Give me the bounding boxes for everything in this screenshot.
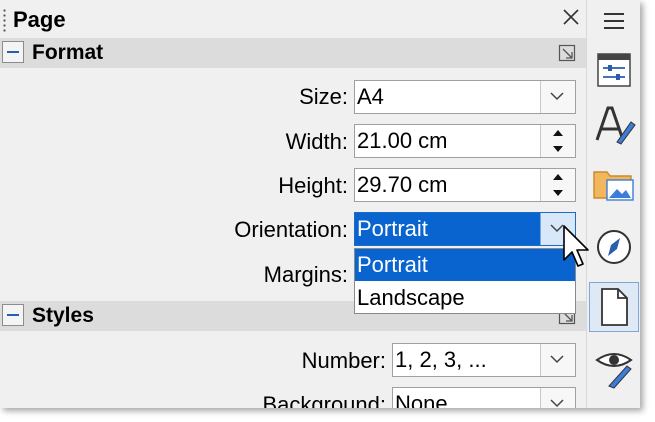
height-value: 29.70 cm (357, 172, 448, 197)
sidebar-properties-tab[interactable] (589, 46, 639, 96)
width-value: 21.00 cm (357, 128, 448, 153)
width-label: Width: (285, 129, 348, 154)
height-decrement-button[interactable] (540, 185, 575, 201)
triangle-up-icon (553, 130, 563, 136)
orientation-options-list: Portrait Landscape (354, 248, 576, 314)
triangle-down-icon (553, 146, 563, 152)
chevron-down-icon (550, 355, 564, 364)
option-landscape[interactable]: Landscape (355, 282, 575, 314)
close-icon (563, 9, 579, 25)
mouse-pointer-icon (563, 225, 589, 267)
background-dropdown-button[interactable] (540, 388, 575, 408)
size-dropdown[interactable]: A4 (354, 80, 576, 114)
collapse-icon[interactable] (2, 41, 24, 63)
chevron-down-icon (550, 92, 564, 101)
orientation-dropdown[interactable]: Portrait (354, 212, 576, 246)
drag-handle[interactable] (3, 8, 6, 32)
properties-icon (597, 53, 631, 87)
navigator-icon (597, 230, 631, 264)
number-dropdown-button[interactable] (540, 344, 575, 376)
background-value: None (395, 391, 448, 408)
height-increment-button[interactable] (540, 169, 575, 186)
format-section-label: Format (32, 41, 104, 64)
size-label: Size: (299, 84, 348, 109)
more-options-button[interactable] (558, 44, 576, 62)
number-label: Number: (301, 348, 386, 373)
styles-icon (595, 106, 636, 145)
background-dropdown[interactable]: None (392, 387, 576, 408)
orientation-value: Portrait (357, 216, 428, 241)
sidebar-page-tab[interactable] (589, 282, 639, 332)
height-spinbox[interactable]: 29.70 cm (354, 168, 576, 202)
margins-label: Margins: (263, 262, 348, 287)
sidebar-window: Page Format Size: A4 Width: 21.00 cm Hei… (0, 0, 640, 408)
width-decrement-button[interactable] (540, 141, 575, 157)
height-label: Height: (278, 173, 348, 198)
number-dropdown[interactable]: 1, 2, 3, ... (392, 343, 576, 377)
width-spinbox[interactable]: 21.00 cm (354, 124, 576, 158)
width-increment-button[interactable] (540, 125, 575, 142)
styles-section-label: Styles (32, 304, 94, 327)
page-panel: Page Format Size: A4 Width: 21.00 cm Hei… (0, 0, 586, 408)
background-label: Background: (262, 392, 386, 408)
option-portrait[interactable]: Portrait (355, 249, 575, 281)
sidebar-styles-tab[interactable] (589, 100, 639, 150)
sidebar-navigator-tab[interactable] (589, 222, 639, 272)
gallery-icon (593, 171, 634, 201)
sidebar-gallery-tab[interactable] (589, 158, 639, 208)
panel-title: Page (13, 7, 66, 32)
close-button[interactable] (560, 6, 582, 28)
more-options-icon (558, 44, 576, 62)
orientation-label: Orientation: (234, 217, 348, 242)
menu-icon (604, 13, 624, 29)
number-value: 1, 2, 3, ... (395, 347, 487, 372)
triangle-down-icon (553, 190, 563, 196)
triangle-up-icon (553, 174, 563, 180)
format-section-header[interactable]: Format (0, 38, 586, 68)
sidebar-menu-button[interactable] (589, 0, 639, 50)
page-icon (601, 288, 628, 326)
collapse-icon[interactable] (2, 304, 24, 326)
chevron-down-icon (550, 399, 564, 408)
size-dropdown-button[interactable] (540, 81, 575, 113)
style-inspector-icon (595, 353, 633, 389)
size-value: A4 (357, 84, 384, 109)
sidebar-tabbar (586, 0, 640, 408)
sidebar-style-inspector-tab[interactable] (589, 342, 639, 392)
